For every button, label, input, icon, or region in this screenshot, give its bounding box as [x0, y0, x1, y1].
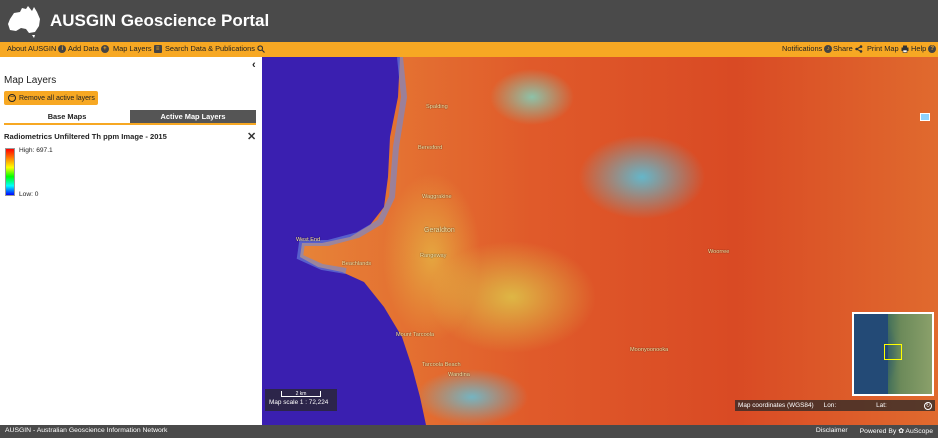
overview-map[interactable]: [852, 312, 934, 396]
map-label-rangeway: Rangeway: [420, 253, 447, 259]
map-label-woorree: Woorree: [708, 249, 730, 255]
map-label-waggrakine: Waggrakine: [422, 194, 452, 200]
disclaimer-link[interactable]: Disclaimer: [816, 427, 848, 435]
collapse-panel-icon[interactable]: ‹: [252, 59, 256, 71]
app-header: AUSGIN Geoscience Portal: [0, 0, 938, 42]
overview-ocean: [854, 314, 888, 394]
panel-title: Map Layers: [4, 75, 57, 86]
scale-text: Map scale 1 : 72,224: [269, 399, 329, 406]
app-footer: AUSGIN - Australian Geoscience Informati…: [0, 425, 938, 438]
menu-map-layers[interactable]: Map Layers ≡: [113, 44, 162, 53]
map-label-spalding: Spalding: [426, 104, 448, 110]
refresh-icon[interactable]: ↻: [924, 401, 932, 410]
print-icon: [901, 45, 909, 53]
powered-by-text: Powered By: [859, 428, 897, 435]
menu-add-data-label: Add Data: [68, 44, 99, 53]
map-label-geraldton: Geraldton: [424, 227, 455, 234]
coords-lat: Lat:: [876, 402, 887, 409]
footer-text: AUSGIN - Australian Geoscience Informati…: [5, 427, 168, 434]
menu-print-label: Print Map: [867, 44, 899, 53]
powered-by-label: Powered By ✿ AuScope: [860, 427, 933, 435]
close-icon[interactable]: ✕: [247, 130, 256, 143]
coords-lon: Lon:: [823, 402, 837, 409]
map-label-moonyoonooka: Moonyoonooka: [630, 347, 669, 353]
footer-links: Disclaimer Powered By ✿ AuScope: [816, 427, 933, 435]
coords-label: Map coordinates (WGS84): [738, 402, 814, 409]
menu-print[interactable]: Print Map: [867, 44, 909, 53]
menu-bar: About AUSGIN i Add Data + Map Layers ≡ S…: [0, 42, 938, 57]
search-icon: [257, 44, 265, 53]
minus-circle-icon: −: [8, 94, 16, 102]
remove-all-layers-label: Remove all active layers: [19, 94, 95, 102]
overview-extent-box[interactable]: [884, 344, 902, 360]
menu-notifications-label: Notifications: [782, 44, 823, 53]
legend-high-label: High: 697.1: [19, 147, 53, 154]
layer-tabs: Base Maps Active Map Layers: [4, 110, 256, 125]
menu-search-label: Search Data & Publications: [165, 44, 255, 53]
auscope-logo-icon: ✿: [898, 428, 904, 435]
bell-icon: ♪: [824, 44, 833, 53]
menu-about[interactable]: About AUSGIN i: [7, 44, 67, 53]
map-scale: 2 km Map scale 1 : 72,224: [265, 389, 337, 411]
australia-logo-icon: [8, 6, 40, 38]
menu-help[interactable]: Help ?: [911, 44, 937, 53]
remove-all-layers-button[interactable]: − Remove all active layers: [4, 91, 98, 105]
app-title: AUSGIN Geoscience Portal: [50, 11, 270, 30]
legend-low-label: Low: 0: [19, 191, 39, 198]
ocean-layer: [262, 57, 426, 425]
zoom-slider-thumb[interactable]: [920, 113, 930, 121]
map-label-beachlands: Beachlands: [342, 261, 372, 267]
menu-share[interactable]: Share: [833, 44, 863, 53]
map-label-wandina: Wandina: [448, 372, 470, 378]
menu-notifications[interactable]: Notifications ♪: [782, 44, 833, 53]
tab-active-map-layers[interactable]: Active Map Layers: [130, 110, 256, 123]
scale-bar: 2 km: [281, 391, 321, 397]
menu-map-layers-label: Map Layers: [113, 44, 152, 53]
plus-icon: +: [100, 44, 109, 53]
menu-search[interactable]: Search Data & Publications: [165, 44, 265, 53]
menu-about-label: About AUSGIN: [7, 44, 57, 53]
map-label-beresford: Beresford: [418, 145, 443, 151]
help-icon: ?: [928, 44, 937, 53]
share-icon: [855, 44, 863, 53]
layer-title: Radiometrics Unfiltered Th ppm Image - 2…: [4, 132, 167, 141]
map-label-mount-tarcoola: Mount Tarcoola: [396, 332, 435, 338]
menu-add-data[interactable]: Add Data +: [68, 44, 109, 53]
legend-color-ramp: [5, 148, 15, 196]
map-canvas[interactable]: Spalding Beresford Waggrakine Woorree Ge…: [262, 57, 938, 425]
map-layers-panel: ‹ Map Layers − Remove all active layers …: [0, 57, 262, 425]
layers-icon: ≡: [153, 44, 162, 53]
tab-base-maps[interactable]: Base Maps: [4, 110, 130, 123]
info-icon: i: [58, 44, 67, 53]
map-label-tarcoola-beach: Tarcoola Beach: [422, 362, 461, 368]
auscope-label[interactable]: AuScope: [905, 428, 933, 435]
menu-share-label: Share: [833, 44, 853, 53]
map-label-west-end: West End: [296, 237, 321, 243]
map-coordinates: Map coordinates (WGS84) Lon: Lat: ↻: [735, 400, 935, 411]
menu-help-label: Help: [911, 44, 927, 53]
